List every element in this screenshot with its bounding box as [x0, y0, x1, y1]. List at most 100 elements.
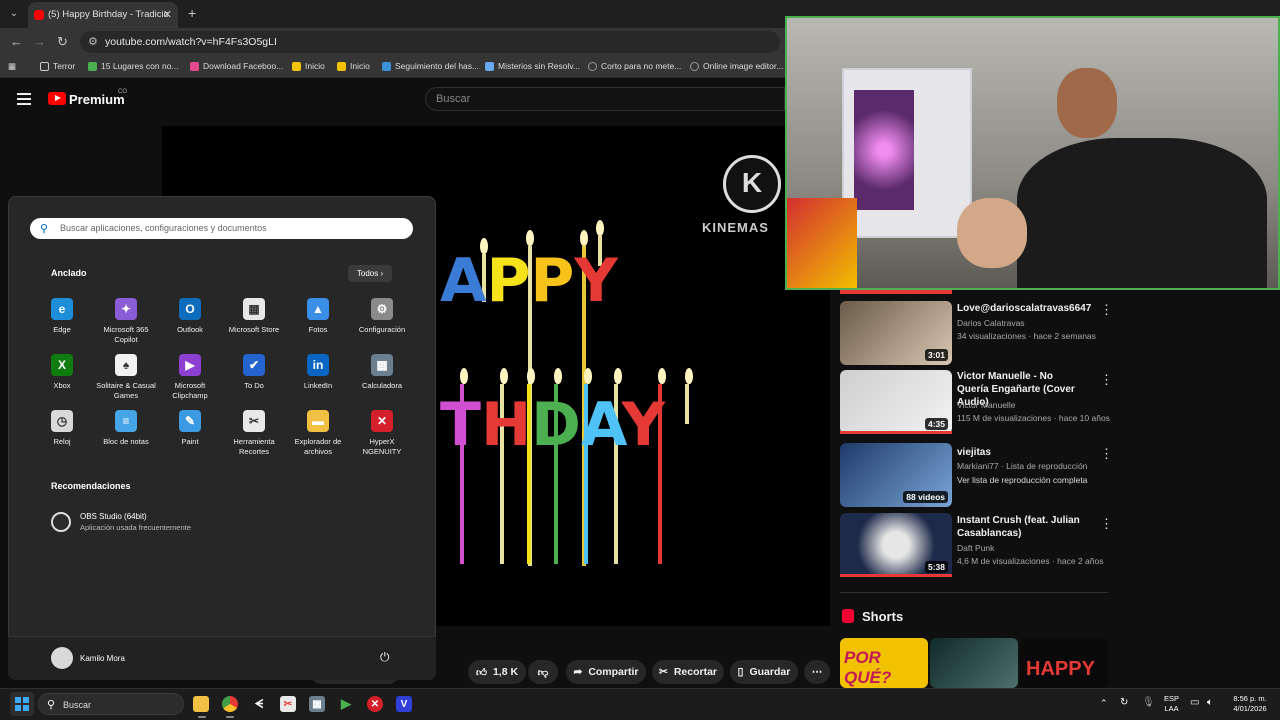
taskbar-search[interactable]: ⚲ Buscar: [38, 693, 184, 715]
bookmark-item[interactable]: Inicio: [337, 61, 370, 71]
video-thumbnail[interactable]: 5:38: [840, 513, 952, 577]
avatar[interactable]: [51, 647, 73, 669]
like-button[interactable]: 👍︎ 1,8 K: [468, 660, 526, 684]
short-thumbnail[interactable]: POR QUÉ?: [840, 638, 928, 688]
microphone-icon[interactable]: 🎙︎: [1142, 698, 1155, 708]
site-info-icon[interactable]: ⚙: [88, 35, 98, 48]
bookmark-item[interactable]: Misterios sin Resolv...: [485, 61, 580, 71]
pinned-app[interactable]: ◷ Reloj: [30, 410, 94, 447]
video-channel[interactable]: Daft Punk: [957, 543, 994, 553]
apps-grid-icon[interactable]: ▦: [8, 61, 16, 72]
pinned-app[interactable]: ✦ Microsoft 365 Copilot: [94, 298, 158, 345]
pinned-app[interactable]: in LinkedIn: [286, 354, 350, 391]
snipping-tool-icon[interactable]: ✂: [280, 696, 296, 712]
chrome-icon[interactable]: [222, 696, 238, 712]
youtube-logo-icon[interactable]: [48, 92, 66, 105]
pinned-app[interactable]: ✎ Paint: [158, 410, 222, 447]
tray-overflow-icon[interactable]: ⌃: [1100, 698, 1108, 708]
pinned-app-label: Microsoft Store: [228, 325, 280, 334]
browser-tab[interactable]: (5) Happy Birthday - Tradicional ✕: [28, 2, 178, 28]
youtube-search-input[interactable]: Buscar: [425, 87, 785, 111]
calculator-icon[interactable]: ▦: [309, 696, 325, 712]
network-icon[interactable]: ▭: [1190, 698, 1199, 708]
video-thumbnail[interactable]: 3:01: [840, 301, 952, 365]
power-icon[interactable]: ⏻: [380, 650, 390, 665]
bookmark-icon: ▯: [737, 666, 744, 678]
pinned-app[interactable]: ✂ Herramienta Recortes: [222, 410, 286, 457]
pinned-app[interactable]: ▬ Explorador de archivos: [286, 410, 350, 457]
save-button[interactable]: ▯ Guardar: [730, 660, 798, 684]
close-tab-icon[interactable]: ✕: [163, 8, 172, 21]
settings-icon: ⚙: [371, 298, 393, 320]
pinned-app[interactable]: ⚙ Configuración: [350, 298, 414, 335]
pinned-app[interactable]: O Outlook: [158, 298, 222, 335]
forward-icon[interactable]: →: [33, 34, 46, 49]
more-vert-icon[interactable]: ⋮: [1100, 302, 1113, 318]
more-vert-icon[interactable]: ⋮: [1100, 516, 1113, 532]
bookmark-item[interactable]: Corto para no mete...: [588, 61, 681, 71]
file-explorer-icon[interactable]: [193, 696, 209, 712]
bookmark-item[interactable]: Seguimiento del has...: [382, 61, 479, 71]
calculator-icon: ▦: [371, 354, 393, 376]
capcut-icon[interactable]: ᗕ: [251, 696, 267, 712]
clock-time: 8:56 p. m.: [1233, 694, 1267, 703]
video-title[interactable]: viejitas: [957, 446, 1087, 459]
pinned-app[interactable]: ≡ Bloc de notas: [94, 410, 158, 447]
sync-icon[interactable]: ↻: [1120, 698, 1128, 708]
more-vert-icon[interactable]: ⋮: [1100, 446, 1113, 462]
video-channel[interactable]: Victor Manuelle: [957, 400, 1015, 410]
tab-search-chevron-icon[interactable]: ⌄: [6, 6, 22, 22]
back-icon[interactable]: ←: [10, 34, 23, 49]
bookmark-item[interactable]: Inicio: [292, 61, 325, 71]
clip-button[interactable]: ✂ Recortar: [652, 660, 724, 684]
all-apps-button[interactable]: Todos ›: [348, 265, 392, 282]
pinned-app[interactable]: ▲ Fotos: [286, 298, 350, 335]
dislike-button[interactable]: 👎︎: [528, 660, 558, 684]
video-title[interactable]: Instant Crush (feat. Julian Casablancas): [957, 514, 1087, 540]
short-thumbnail[interactable]: [930, 638, 1018, 688]
reload-icon[interactable]: ↻: [57, 34, 68, 50]
hyperx-icon[interactable]: ✕: [367, 696, 383, 712]
pinned-app[interactable]: ✔ To Do: [222, 354, 286, 391]
short-thumb-text: POR QUÉ?: [844, 648, 892, 687]
folder-icon: [40, 61, 49, 71]
view-playlist-link[interactable]: Ver lista de reproducción completa: [957, 475, 1087, 485]
language-indicator[interactable]: ESP LAA: [1164, 694, 1179, 714]
pinned-app[interactable]: e Edge: [30, 298, 94, 335]
pinned-app-label: Solitaire & Casual Games: [96, 381, 156, 400]
clock[interactable]: 8:56 p. m. 4/01/2026: [1225, 694, 1275, 714]
volume-icon[interactable]: 🔈︎: [1207, 698, 1213, 708]
start-search-input[interactable]: ⚲ Buscar aplicaciones, configuraciones y…: [30, 218, 413, 239]
pinned-app[interactable]: ▦ Calculadora: [350, 354, 414, 391]
video-channel[interactable]: Markiani77 · Lista de reproducción: [957, 461, 1087, 471]
youtube-brand[interactable]: Premium: [69, 92, 125, 107]
start-button[interactable]: [10, 692, 34, 716]
playlist-thumbnail[interactable]: 88 videos: [840, 443, 952, 507]
share-button[interactable]: ➦ Compartir: [566, 660, 646, 684]
video-thumbnail[interactable]: 4:35: [840, 370, 952, 434]
new-tab-icon[interactable]: +: [188, 5, 196, 21]
short-thumbnail[interactable]: HAPPY: [1020, 638, 1108, 688]
more-actions-button[interactable]: ⋯: [804, 660, 830, 684]
vegas-icon[interactable]: V: [396, 696, 412, 712]
recommended-item-title[interactable]: OBS Studio (64bit): [80, 512, 147, 521]
pinned-app[interactable]: ✕ HyperX NGENUITY: [350, 410, 414, 457]
media-player-icon[interactable]: ▶: [338, 696, 354, 712]
user-name[interactable]: Kamilo Mora: [80, 654, 125, 663]
pinned-app[interactable]: ♠ Solitaire & Casual Games: [94, 354, 158, 401]
pinned-app-label: Explorador de archivos: [294, 437, 342, 456]
bookmark-item[interactable]: Terror: [40, 61, 75, 71]
pinned-app[interactable]: ▶ Microsoft Clipchamp: [158, 354, 222, 401]
video-title[interactable]: Love@darioscalatravas6647: [957, 302, 1091, 315]
pinned-app[interactable]: ▦ Microsoft Store: [222, 298, 286, 335]
pinned-app-label: Calculadora: [361, 381, 403, 390]
video-channel[interactable]: Darios Calatravas: [957, 318, 1025, 328]
pinned-app[interactable]: X Xbox: [30, 354, 94, 391]
bookmark-item[interactable]: Online image editor...: [690, 61, 783, 71]
bookmark-item[interactable]: 15 Lugares con no...: [88, 61, 179, 71]
pinned-app-label: Bloc de notas: [103, 437, 149, 446]
more-vert-icon[interactable]: ⋮: [1100, 372, 1113, 388]
menu-icon[interactable]: [17, 93, 31, 105]
bookmark-item[interactable]: Download Faceboo...: [190, 61, 283, 71]
address-bar[interactable]: ⚙ youtube.com/watch?v=hF4Fs3O5gLI: [80, 31, 780, 53]
